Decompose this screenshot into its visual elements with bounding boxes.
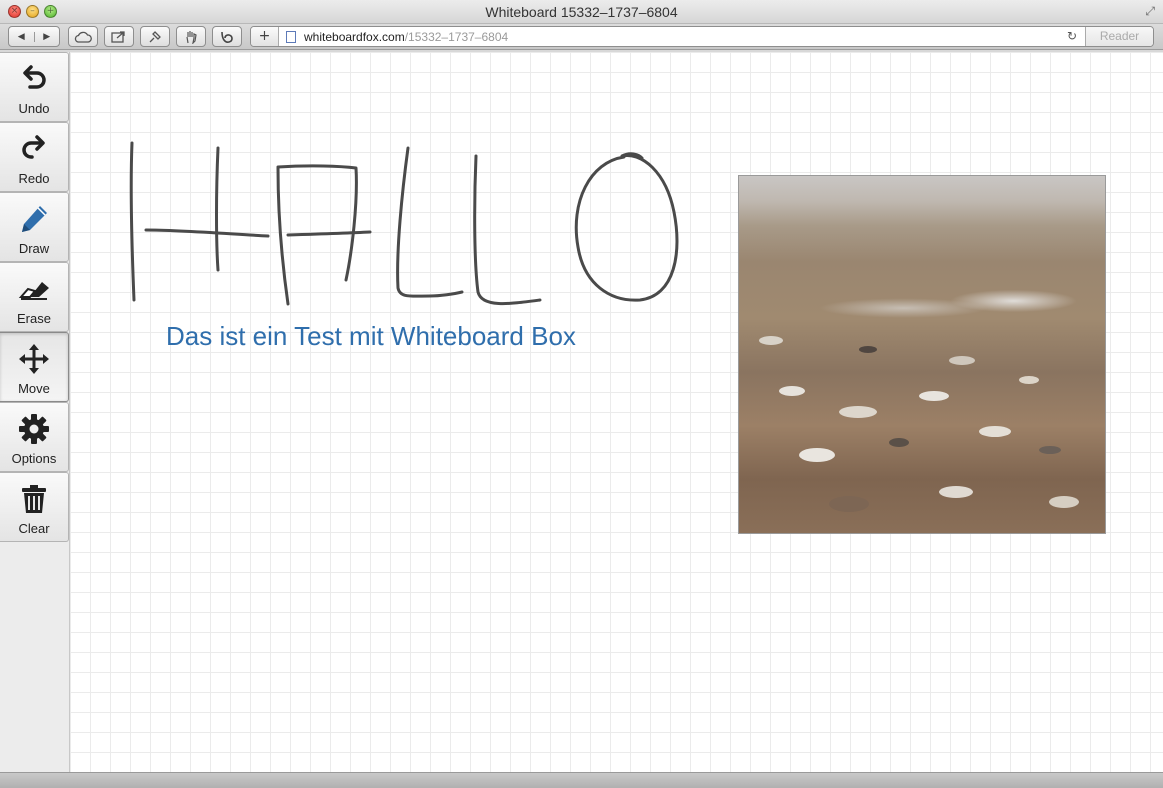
title-bar: × – + Whiteboard 15332–1737–6804 ⤢ [0, 0, 1163, 24]
url-host: whiteboardfox.com [304, 30, 405, 44]
bookmark-button[interactable] [212, 26, 242, 47]
pebble [779, 386, 805, 396]
stroke-a-bar [286, 230, 372, 237]
erase-button[interactable]: Erase [0, 262, 69, 332]
trash-icon [22, 485, 46, 513]
pebble [829, 496, 869, 512]
back-icon[interactable]: ◀ [9, 32, 34, 42]
pebble [979, 426, 1011, 437]
eraser-icon [18, 282, 49, 300]
stroke-h-left [129, 141, 136, 302]
move-button[interactable]: Move [0, 332, 69, 402]
options-label: Options [11, 451, 57, 466]
move-arrows-icon [19, 344, 49, 374]
redo-label: Redo [18, 171, 50, 186]
forward-icon[interactable]: ▶ [33, 31, 60, 42]
cloud-icon [74, 31, 92, 43]
pebble [949, 356, 975, 365]
canvas-image-beach[interactable] [738, 175, 1106, 534]
move-label: Move [18, 381, 50, 396]
cloud-button[interactable] [68, 26, 98, 47]
address-bar[interactable]: + whiteboardfox.com/15332–1737–6804 ↻ Re… [250, 26, 1154, 47]
fullscreen-icon[interactable]: ⤢ [1145, 4, 1155, 19]
url-path: /15332–1737–6804 [404, 30, 509, 44]
pebble [1019, 376, 1039, 384]
stroke-a-left [276, 166, 290, 306]
pebble [859, 346, 877, 353]
undo-button[interactable]: Undo [0, 52, 69, 122]
stroke-h-bar [144, 228, 270, 238]
canvas-text-note[interactable]: Das ist ein Test mit Whiteboard Box [166, 321, 576, 352]
whiteboard-canvas[interactable]: Das ist ein Test mit Whiteboard Box [70, 52, 1163, 772]
pin-icon [149, 30, 161, 42]
window-title: Whiteboard 15332–1737–6804 [485, 4, 678, 20]
reload-icon[interactable]: ↻ [1067, 29, 1077, 43]
tool-sidebar: Undo Redo Draw Erase Move Options Clear [0, 52, 70, 772]
pebble [1039, 446, 1061, 454]
hand-button[interactable] [176, 26, 206, 47]
clear-label: Clear [18, 521, 50, 536]
pin-button[interactable] [140, 26, 170, 47]
share-button[interactable] [104, 26, 134, 47]
status-bar [0, 772, 1163, 788]
draw-label: Draw [18, 241, 50, 256]
gear-icon [19, 414, 49, 444]
stroke-a-top [276, 164, 358, 282]
stroke-l2 [473, 154, 542, 306]
page-icon [286, 31, 296, 43]
pebble [839, 406, 877, 418]
erase-label: Erase [17, 311, 51, 326]
hand-icon [186, 30, 197, 44]
pebble [889, 438, 909, 447]
redo-button[interactable]: Redo [0, 122, 69, 192]
clear-button[interactable]: Clear [0, 472, 69, 542]
options-button[interactable]: Options [0, 402, 69, 472]
stroke-h-right [215, 146, 220, 272]
undo-label: Undo [18, 101, 50, 116]
url-text[interactable]: whiteboardfox.com/15332–1737–6804 [304, 30, 508, 44]
reader-button[interactable]: Reader [1085, 27, 1153, 46]
back-forward-group: ◀ ▶ [8, 26, 60, 47]
stroke-o [574, 152, 679, 302]
pebble [759, 336, 783, 345]
add-tab-icon[interactable]: + [251, 27, 279, 46]
draw-button[interactable]: Draw [0, 192, 69, 262]
pebble [919, 391, 949, 401]
undo-icon [23, 65, 46, 89]
redo-icon [22, 135, 45, 159]
bookmark-icon [221, 31, 233, 43]
share-icon [111, 31, 125, 43]
pebble [1049, 496, 1079, 508]
pebble [799, 448, 835, 462]
stroke-l1 [396, 146, 464, 298]
pencil-icon [22, 206, 47, 232]
browser-toolbar: ◀ ▶ + whiteboardfox.com/15332–1737–6804 … [0, 24, 1163, 50]
pebble [939, 486, 973, 498]
